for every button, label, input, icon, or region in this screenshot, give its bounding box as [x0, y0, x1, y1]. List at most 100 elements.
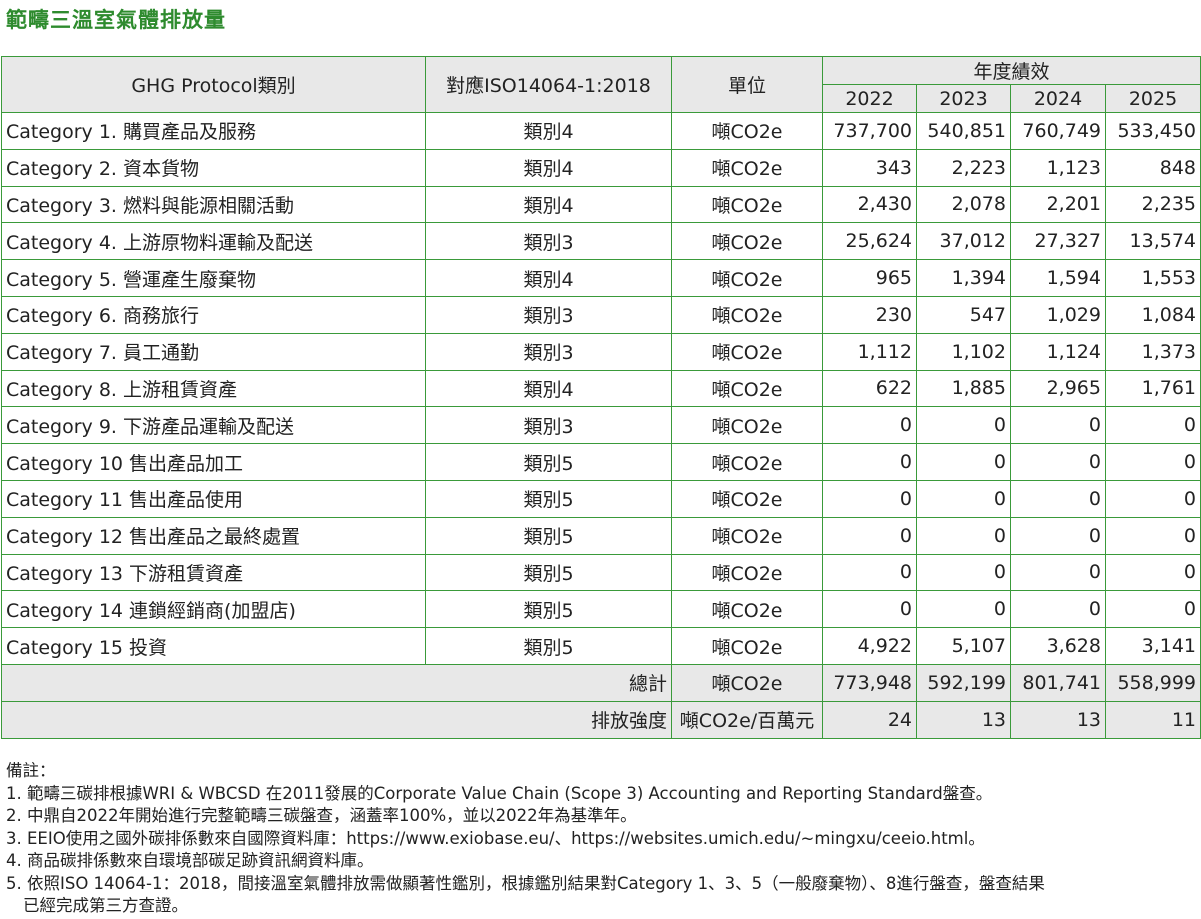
value-cell: 13 — [916, 700, 1011, 739]
value-cell: 592,199 — [916, 663, 1011, 702]
category-cell: Category 2. 資本貨物 — [1, 148, 426, 187]
category-cell: Category 13 下游租賃資產 — [1, 553, 426, 592]
value-cell: 540,851 — [916, 112, 1011, 150]
table-row: Category 6. 商務旅行 類別3 噸CO2e 230 547 1,029 1,084 — [1, 295, 1201, 334]
category-cell: Category 8. 上游租賃資產 — [1, 369, 426, 408]
unit-cell: 噸CO2e/百萬元 — [671, 700, 823, 739]
value-cell: 1,594 — [1010, 259, 1106, 297]
value-cell: 0 — [1010, 406, 1106, 445]
value-cell: 965 — [822, 259, 917, 297]
iso-category-cell: 類別3 — [425, 332, 672, 371]
category-cell: Category 3. 燃料與能源相關活動 — [1, 185, 426, 224]
header-year: 2025 — [1104, 84, 1201, 113]
value-cell: 25,624 — [822, 222, 917, 261]
value-cell: 622 — [822, 369, 917, 408]
unit-cell: 噸CO2e — [671, 443, 823, 481]
value-cell: 11 — [1104, 700, 1201, 739]
value-cell: 1,761 — [1104, 369, 1201, 408]
value-cell: 0 — [1010, 479, 1106, 518]
value-cell: 1,373 — [1104, 332, 1201, 371]
value-cell: 0 — [916, 443, 1011, 481]
unit-cell: 噸CO2e — [671, 663, 823, 702]
value-cell: 230 — [822, 295, 917, 334]
value-cell: 0 — [822, 443, 917, 481]
value-cell: 2,223 — [916, 148, 1011, 187]
value-cell: 0 — [1104, 443, 1201, 481]
table-row: Category 8. 上游租賃資產 類別4 噸CO2e 622 1,885 2,965 1… — [1, 369, 1201, 408]
value-cell: 3,141 — [1104, 627, 1201, 665]
note-line: 1. 範疇三碳排根據WRI & WBCSD 在2011發展的Corporate … — [6, 783, 993, 803]
value-cell: 2,965 — [1010, 369, 1106, 408]
category-cell: Category 5. 營運產生廢棄物 — [1, 259, 426, 297]
value-cell: 343 — [822, 148, 917, 187]
iso-category-cell: 類別4 — [425, 148, 672, 187]
unit-cell: 噸CO2e — [671, 590, 823, 629]
table-row: Category 13 下游租賃資產 類別5 噸CO2e 0 0 0 0 — [1, 553, 1201, 592]
value-cell: 5,107 — [916, 627, 1011, 665]
category-cell: Category 6. 商務旅行 — [1, 295, 426, 334]
value-cell: 737,700 — [822, 112, 917, 150]
unit-cell: 噸CO2e — [671, 332, 823, 371]
table-row: Category 4. 上游原物料運輸及配送 類別3 噸CO2e 25,624 37,0… — [1, 222, 1201, 261]
value-cell: 558,999 — [1104, 663, 1201, 702]
table-row: Category 11 售出產品使用 類別5 噸CO2e 0 0 0 0 — [1, 479, 1201, 518]
scope3-emissions-table: GHG Protocol類別 對應ISO14064-1:2018 單位 年度績效… — [1, 56, 1201, 739]
header-category: GHG Protocol類別 — [1, 56, 426, 113]
value-cell: 0 — [916, 516, 1011, 555]
value-cell: 0 — [1010, 553, 1106, 592]
value-cell: 24 — [822, 700, 917, 739]
header-year: 2022 — [822, 84, 917, 113]
table-row: Category 5. 營運產生廢棄物 類別4 噸CO2e 965 1,394 1,594… — [1, 259, 1201, 297]
unit-cell: 噸CO2e — [671, 112, 823, 150]
header-annual-performance: 年度績效 — [821, 56, 1201, 85]
header-year: 2024 — [1010, 84, 1106, 113]
value-cell: 2,078 — [916, 185, 1011, 224]
header-year: 2023 — [916, 84, 1011, 113]
category-cell: Category 14 連鎖經銷商(加盟店) — [1, 590, 426, 629]
unit-cell: 噸CO2e — [671, 259, 823, 297]
category-cell: Category 4. 上游原物料運輸及配送 — [1, 222, 426, 261]
unit-cell: 噸CO2e — [671, 222, 823, 261]
value-cell: 1,553 — [1104, 259, 1201, 297]
iso-category-cell: 類別5 — [425, 590, 672, 629]
note-line: 已經完成第三方查證。 — [23, 896, 188, 915]
category-cell: Category 10 售出產品加工 — [1, 443, 426, 481]
value-cell: 0 — [822, 516, 917, 555]
value-cell: 1,394 — [916, 259, 1011, 297]
iso-category-cell: 類別5 — [425, 553, 672, 592]
iso-category-cell: 類別3 — [425, 222, 672, 261]
table-row: Category 12 售出產品之最終處置 類別5 噸CO2e 0 0 0 0 — [1, 516, 1201, 555]
value-cell: 547 — [916, 295, 1011, 334]
unit-cell: 噸CO2e — [671, 627, 823, 665]
note-line: 5. 依照ISO 14064-1：2018，間接溫室氣體排放需做顯著性鑑別，根據… — [6, 873, 1045, 893]
notes: 備註： 1. 範疇三碳排根據WRI & WBCSD 在2011發展的Corpor… — [6, 760, 1045, 918]
total-row: 總計 噸CO2e 773,948 592,199 801,741 558,999 — [1, 663, 1201, 702]
value-cell: 37,012 — [916, 222, 1011, 261]
unit-cell: 噸CO2e — [671, 148, 823, 187]
value-cell: 533,450 — [1104, 112, 1201, 150]
value-cell: 1,112 — [822, 332, 917, 371]
value-cell: 4,922 — [822, 627, 917, 665]
value-cell: 0 — [1104, 479, 1201, 518]
value-cell: 0 — [822, 479, 917, 518]
iso-category-cell: 類別5 — [425, 516, 672, 555]
unit-cell: 噸CO2e — [671, 369, 823, 408]
value-cell: 0 — [916, 406, 1011, 445]
intensity-label: 排放強度 — [1, 700, 672, 739]
iso-category-cell: 類別4 — [425, 112, 672, 150]
value-cell: 801,741 — [1010, 663, 1106, 702]
value-cell: 0 — [1104, 553, 1201, 592]
value-cell: 848 — [1104, 148, 1201, 187]
category-cell: Category 9. 下游產品運輸及配送 — [1, 406, 426, 445]
iso-category-cell: 類別3 — [425, 406, 672, 445]
value-cell: 0 — [916, 553, 1011, 592]
iso-category-cell: 類別4 — [425, 369, 672, 408]
iso-category-cell: 類別4 — [425, 259, 672, 297]
iso-category-cell: 類別3 — [425, 295, 672, 334]
unit-cell: 噸CO2e — [671, 516, 823, 555]
value-cell: 773,948 — [822, 663, 917, 702]
header-iso: 對應ISO14064-1:2018 — [425, 56, 672, 113]
value-cell: 2,430 — [822, 185, 917, 224]
category-cell: Category 12 售出產品之最終處置 — [1, 516, 426, 555]
header-unit: 單位 — [671, 56, 823, 113]
